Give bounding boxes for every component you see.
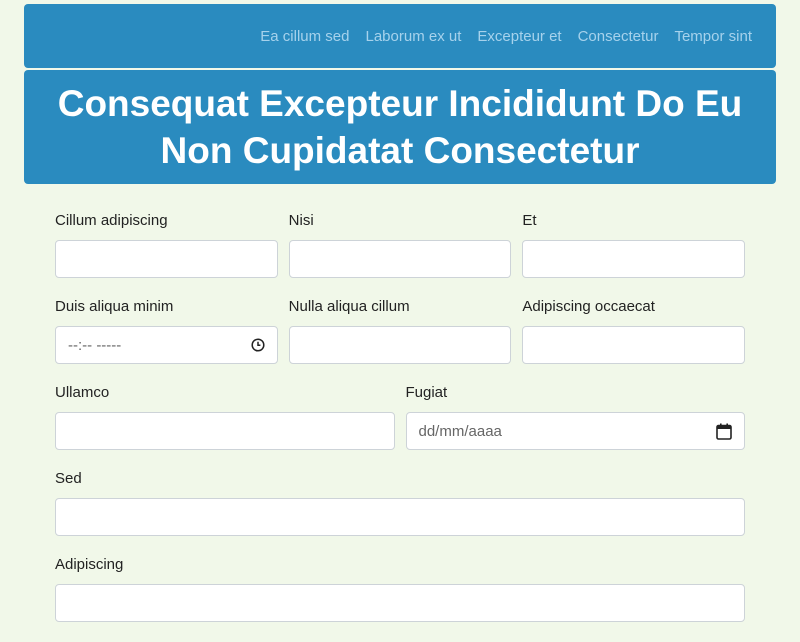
- nav-link-laborum-ex-ut[interactable]: Laborum ex ut: [365, 28, 461, 45]
- field-label: Cillum adipiscing: [55, 212, 168, 229]
- nav-link-consectetur[interactable]: Consectetur: [578, 28, 659, 45]
- ullamco-input[interactable]: [55, 412, 395, 450]
- form-row: Sed: [55, 470, 745, 536]
- navbar: Ea cillum sed Laborum ex ut Excepteur et…: [24, 4, 776, 68]
- field-label: Adipiscing: [55, 556, 124, 573]
- form: Cillum adipiscing Nisi Et Duis aliqua mi…: [55, 212, 746, 642]
- field-label: Nisi: [288, 212, 314, 229]
- nisi-input[interactable]: [288, 240, 512, 278]
- form-row: Adipiscing: [55, 556, 745, 622]
- form-row: Cillum adipiscing Nisi Et: [55, 212, 746, 278]
- field-label: Sed: [55, 470, 82, 487]
- adipiscing-input[interactable]: [55, 584, 745, 622]
- field-sed: Sed: [55, 470, 745, 536]
- input-placeholder: --:-- -----: [68, 336, 122, 354]
- page-header: Consequat Excepteur Incididunt Do Eu Non…: [24, 70, 776, 184]
- fugiat-date-input[interactable]: dd/mm/aaaa: [405, 412, 745, 450]
- field-label: Et: [522, 212, 537, 229]
- et-input[interactable]: [522, 240, 746, 278]
- field-label: Adipiscing occaecat: [522, 298, 655, 315]
- field-nisi: Nisi: [288, 212, 512, 278]
- form-row: Duis aliqua minim --:-- ----- Nulla aliq…: [55, 298, 746, 364]
- field-label: Nulla aliqua cillum: [288, 298, 410, 315]
- field-fugiat: Fugiat dd/mm/aaaa: [405, 384, 745, 450]
- field-cillum-adipiscing: Cillum adipiscing: [55, 212, 278, 278]
- field-nulla-aliqua-cillum: Nulla aliqua cillum: [288, 298, 512, 364]
- page-title: Consequat Excepteur Incididunt Do Eu Non…: [57, 83, 743, 171]
- duis-aliqua-minim-time-input[interactable]: --:-- -----: [55, 326, 278, 364]
- input-placeholder: dd/mm/aaaa: [418, 422, 502, 440]
- field-adipiscing-occaecat: Adipiscing occaecat: [522, 298, 746, 364]
- cillum-adipiscing-input[interactable]: [55, 240, 278, 278]
- adipiscing-occaecat-input[interactable]: [522, 326, 746, 364]
- field-label: Duis aliqua minim: [55, 298, 174, 315]
- calendar-icon[interactable]: [716, 423, 732, 440]
- nav-link-excepteur-et[interactable]: Excepteur et: [477, 28, 561, 45]
- field-et: Et: [522, 212, 746, 278]
- field-adipiscing: Adipiscing: [55, 556, 745, 622]
- field-label: Ullamco: [55, 384, 110, 401]
- nav-link-tempor-sint[interactable]: Tempor sint: [674, 28, 752, 45]
- sed-input[interactable]: [55, 498, 745, 536]
- nulla-aliqua-cillum-input[interactable]: [288, 326, 512, 364]
- field-ullamco: Ullamco: [55, 384, 395, 450]
- field-duis-aliqua-minim: Duis aliqua minim --:-- -----: [55, 298, 278, 364]
- form-row: Ullamco Fugiat dd/mm/aaaa: [55, 384, 745, 450]
- clock-icon[interactable]: [251, 338, 265, 352]
- field-label: Fugiat: [405, 384, 448, 401]
- nav-link-ea-cillum-sed[interactable]: Ea cillum sed: [260, 28, 349, 45]
